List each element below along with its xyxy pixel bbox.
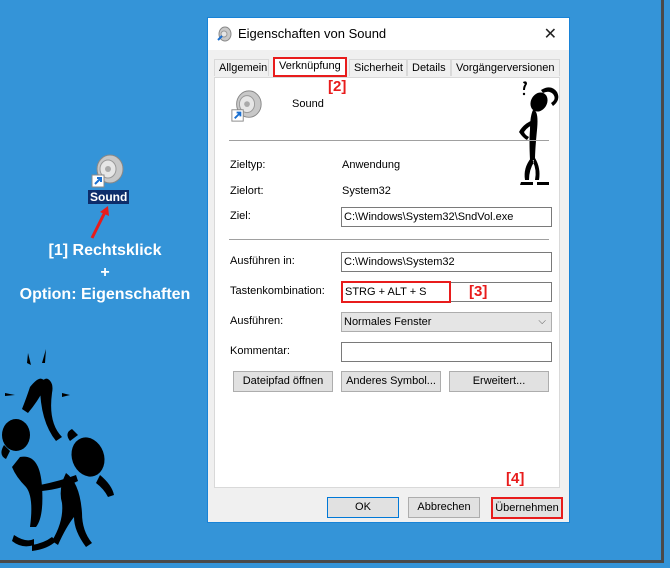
tab-verknuepfung[interactable]: Verknüpfung	[273, 57, 347, 77]
tastenkombination-input[interactable]: STRG + ALT + S	[341, 281, 552, 303]
ziel-input[interactable]: C:\Windows\System32\SndVol.exe	[341, 207, 552, 227]
zieltyp-label: Zieltyp:	[230, 159, 266, 171]
annotation-1-line3: Option: Eigenschaften	[19, 286, 191, 303]
tastenkombination-label: Tastenkombination:	[230, 285, 325, 297]
zielort-label: Zielort:	[230, 185, 264, 197]
thinking-figure-icon	[519, 81, 559, 185]
zielort-value: System32	[342, 185, 391, 197]
tastenkombination-value: STRG + ALT + S	[341, 281, 451, 303]
ausfuehren-label: Ausführen:	[230, 315, 284, 327]
dateipfad-oeffnen-button[interactable]: Dateipfad öffnen	[233, 371, 333, 392]
ausfuehren-in-label: Ausführen in:	[230, 255, 295, 267]
chevron-down-icon: ⌵	[538, 316, 546, 327]
properties-dialog: Eigenschaften von Sound ✕ Allgemein Verk…	[207, 17, 570, 523]
erweitert-button[interactable]: Erweitert...	[449, 371, 549, 392]
ausfuehren-in-input[interactable]: C:\Windows\System32	[341, 252, 552, 272]
high-five-figures-icon	[1, 349, 114, 551]
ok-button[interactable]: OK	[327, 497, 399, 518]
kommentar-input[interactable]	[341, 342, 552, 362]
kommentar-label: Kommentar:	[230, 345, 290, 357]
zieltyp-value: Anwendung	[342, 159, 401, 171]
title-bar[interactable]: Eigenschaften von Sound ✕	[208, 18, 569, 50]
annotation-3: [3]	[469, 283, 488, 300]
tab-vorgaengerversionen[interactable]: Vorgängerversionen	[451, 59, 560, 76]
annotation-2: [2]	[328, 78, 347, 95]
tab-sicherheit[interactable]: Sicherheit	[349, 59, 407, 76]
tab-details[interactable]: Details	[407, 59, 451, 76]
tab-content-pane: [2] Sound Zieltyp: Anwendung Zielort: Sy…	[214, 77, 560, 488]
shortcut-name: Sound	[292, 98, 324, 110]
uebernehmen-button[interactable]: Übernehmen	[491, 497, 563, 519]
anderes-symbol-button[interactable]: Anderes Symbol...	[341, 371, 441, 392]
shortcut-large-icon	[231, 90, 262, 122]
annotation-4: [4]	[506, 470, 525, 487]
dialog-title: Eigenschaften von Sound	[238, 26, 387, 41]
tab-allgemein[interactable]: Allgemein	[214, 59, 269, 76]
ziel-label: Ziel:	[230, 210, 251, 222]
sound-shortcut-icon[interactable]	[90, 153, 126, 189]
annotation-1-line1: [1] Rechtsklick	[48, 242, 162, 259]
sound-app-icon	[217, 26, 232, 42]
separator-1	[229, 140, 549, 141]
close-icon[interactable]: ✕	[544, 24, 557, 44]
ausfuehren-select[interactable]: Normales Fenster ⌵	[341, 312, 552, 332]
annotation-1-line2: +	[100, 264, 110, 281]
desktop-icon-label[interactable]: Sound	[88, 190, 130, 204]
red-arrow-icon	[90, 206, 109, 239]
separator-2	[229, 239, 549, 240]
abbrechen-button[interactable]: Abbrechen	[408, 497, 480, 518]
ausfuehren-select-value: Normales Fenster	[344, 316, 432, 328]
